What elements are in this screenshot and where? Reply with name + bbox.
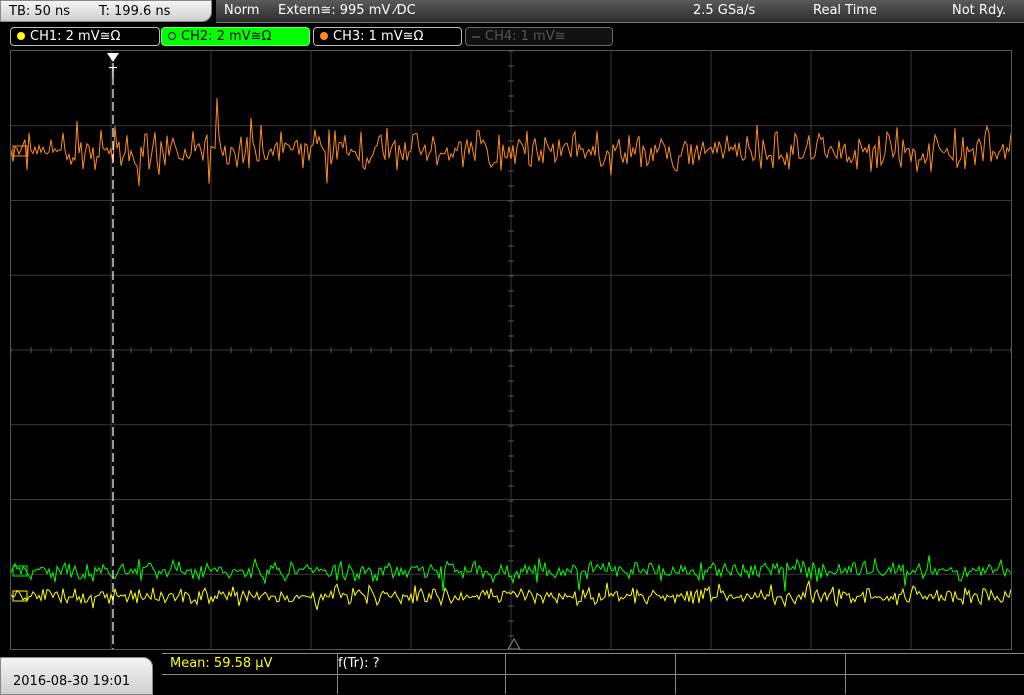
- channel-1-indicator-icon: [17, 32, 25, 40]
- measurement-divider: [162, 674, 1024, 675]
- trigger-arrow-icon: [107, 53, 119, 62]
- run-status-label: Not Rdy.: [952, 3, 1007, 18]
- datetime-label: 2016-08-30 19:01: [13, 674, 131, 689]
- channel-4-indicator-icon: [472, 35, 480, 38]
- channel-1-label: CH1: 2 mV≅Ω: [30, 29, 121, 44]
- channel-3-label: CH3: 1 mV≅Ω: [333, 29, 424, 44]
- acquisition-status-strip: Norm Extern≅: 995 mV ⁄DC 2.5 GSa/s Real …: [216, 0, 1024, 23]
- trigger-source-label[interactable]: Extern≅: 995 mV ⁄DC: [278, 3, 416, 18]
- measurement-panel: Mean: 59.58 µV f(Tr): ?: [162, 653, 1024, 695]
- channel-4-tab[interactable]: CH4: 1 mV≅: [465, 27, 613, 46]
- channel-4-label: CH4: 1 mV≅: [485, 29, 566, 44]
- measurement-mean-value: Mean: 59.58 µV: [170, 656, 273, 671]
- trigger-position-marker: T: [107, 53, 119, 649]
- trigger-time-label[interactable]: T: 199.6 ns: [99, 4, 170, 19]
- channel-1-tab[interactable]: CH1: 2 mV≅Ω: [10, 27, 160, 46]
- trigger-mode-label[interactable]: Norm: [224, 3, 259, 18]
- waveform-display[interactable]: T: [10, 50, 1012, 650]
- sample-rate-label[interactable]: 2.5 GSa/s: [693, 3, 755, 18]
- channel-tabs: CH1: 2 mV≅Ω CH2: 2 mV≅Ω CH3: 1 mV≅Ω CH4:…: [0, 25, 1024, 49]
- acquisition-mode-label[interactable]: Real Time: [813, 3, 877, 18]
- channel-2-label: CH2: 2 mV≅Ω: [181, 29, 272, 44]
- channel-3-indicator-icon: [320, 32, 328, 40]
- timebase-panel[interactable]: TB: 50 ns T: 199.6 ns: [0, 0, 212, 22]
- trigger-marker-label: T: [108, 66, 117, 81]
- horizontal-position-icon: [507, 638, 521, 649]
- top-status-bar: TB: 50 ns T: 199.6 ns Norm Extern≅: 995 …: [0, 0, 1024, 24]
- channel-3-tab[interactable]: CH3: 1 mV≅Ω: [313, 27, 462, 46]
- waveform-canvas[interactable]: T: [11, 51, 1011, 649]
- timebase-label[interactable]: TB: 50 ns: [9, 4, 70, 19]
- graticule-grid: [11, 51, 1011, 649]
- measurement-ftr-value: f(Tr): ?: [338, 656, 380, 671]
- channel-2-indicator-icon: [168, 32, 176, 40]
- channel-2-tab[interactable]: CH2: 2 mV≅Ω: [161, 27, 310, 46]
- datetime-panel: 2016-08-30 19:01: [0, 657, 153, 695]
